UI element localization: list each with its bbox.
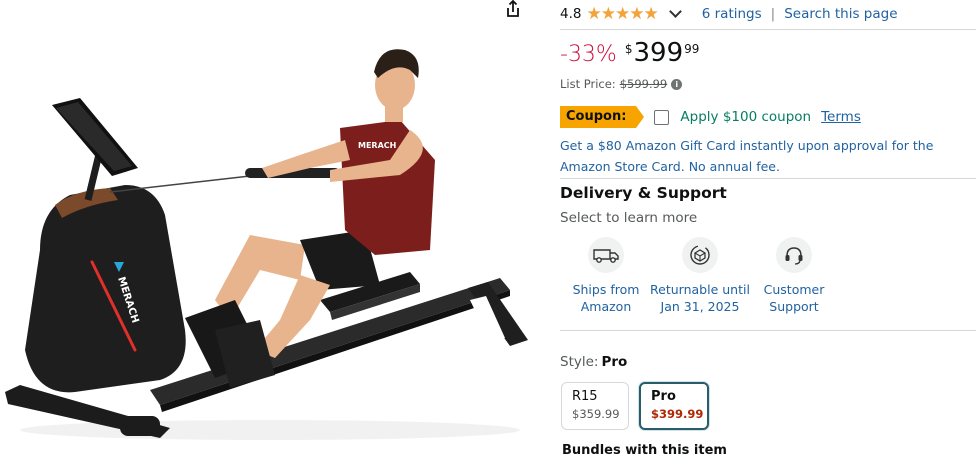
style-option-price: $399.99 <box>651 407 704 421</box>
shirt-logo-text: MERACH <box>358 141 396 150</box>
info-icon[interactable]: i <box>671 78 683 90</box>
price-fraction: 99 <box>684 42 700 56</box>
style-option-name: R15 <box>572 389 598 404</box>
product-image-area: MERACH MERACH <box>0 0 548 462</box>
star-icon: ★ <box>586 3 602 24</box>
share-icon[interactable] <box>502 0 524 18</box>
style-selected-value: Pro <box>601 354 628 370</box>
coupon-checkbox[interactable] <box>654 109 670 125</box>
rating-value: 4.8 <box>560 6 582 22</box>
gift-card-offer-link[interactable]: Get a $80 Amazon Gift Card instantly upo… <box>560 135 972 177</box>
search-this-page-link[interactable]: Search this page <box>784 6 897 22</box>
price-whole: 399 <box>633 38 684 68</box>
coupon-row: Coupon: Apply $100 coupon Terms <box>560 106 861 128</box>
style-option-price: $359.99 <box>572 407 620 421</box>
star-icon: ★ <box>614 3 631 24</box>
divider <box>560 29 976 30</box>
rowing-machine-image[interactable]: MERACH MERACH <box>0 30 548 462</box>
customer-support-label: Customer Support <box>763 282 825 314</box>
return-box-icon <box>682 237 718 273</box>
star-icon: ★ <box>629 3 645 24</box>
delivery-support-title: Delivery & Support <box>560 184 727 202</box>
style-label: Style: Pro <box>560 354 627 370</box>
star-rating[interactable]: ★ ★ ★ ★ ★ <box>586 3 659 24</box>
ratings-link[interactable]: 6 ratings <box>702 6 762 22</box>
star-icon: ★ <box>643 3 659 24</box>
rating-row: 4.8 ★ ★ ★ ★ ★ 6 ratings | Search this pa… <box>560 4 898 24</box>
chevron-down-icon[interactable] <box>668 5 682 18</box>
truck-icon <box>588 237 624 273</box>
discount-percent: -33% <box>560 42 617 67</box>
divider <box>560 178 976 179</box>
coupon-badge: Coupon: <box>560 106 645 128</box>
price-row: -33% $ 399 99 <box>560 40 699 72</box>
divider <box>560 330 976 331</box>
separator: | <box>770 6 776 22</box>
currency-symbol: $ <box>624 42 633 56</box>
coupon-terms-link[interactable]: Terms <box>821 109 861 125</box>
style-label-text: Style: <box>560 354 599 370</box>
star-icon: ★ <box>600 3 616 24</box>
headset-icon <box>776 237 812 273</box>
delivery-support-subtitle: Select to learn more <box>560 210 698 226</box>
style-option-name: Pro <box>651 389 676 404</box>
list-price-value: $599.99 <box>619 77 668 91</box>
list-price-label: List Price: <box>560 77 616 91</box>
coupon-text[interactable]: Apply $100 coupon <box>680 109 811 125</box>
customer-support-item[interactable]: Customer Support <box>739 237 849 315</box>
style-option-pro[interactable]: Pro $399.99 <box>639 382 709 430</box>
list-price: List Price: $599.99 i <box>560 77 683 91</box>
style-option-r15[interactable]: R15 $359.99 <box>561 382 629 430</box>
bundles-heading: Bundles with this item <box>562 443 727 458</box>
